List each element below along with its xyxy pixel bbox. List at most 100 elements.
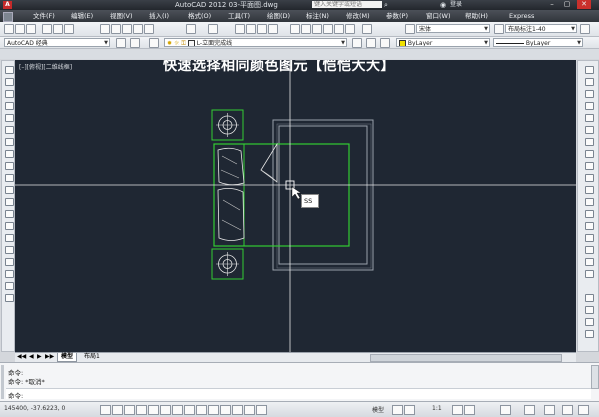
app-logo-icon[interactable]: A xyxy=(3,1,12,9)
break-at-point-icon[interactable] xyxy=(585,198,594,206)
mirror-icon[interactable] xyxy=(585,90,594,98)
layer-select[interactable]: ✹ ☼ ⚿ L-立面完成线 ▼ xyxy=(164,38,347,47)
blanket-fold[interactable] xyxy=(260,142,278,183)
workspace-switching-icon[interactable] xyxy=(500,405,511,415)
menu-app-icon[interactable] xyxy=(3,12,13,22)
pan-icon[interactable] xyxy=(235,24,245,34)
annotation-scale[interactable]: 1:1 xyxy=(432,405,442,412)
table-style-icon[interactable] xyxy=(580,24,590,34)
infer-constraints-icon[interactable] xyxy=(100,405,111,415)
explode-icon[interactable] xyxy=(585,270,594,278)
blend-curves-icon[interactable] xyxy=(585,258,594,266)
add-selected-icon[interactable] xyxy=(5,294,14,302)
clean-screen-icon[interactable] xyxy=(578,405,589,415)
menu-tools[interactable]: 工具(T) xyxy=(228,10,250,22)
trim-icon[interactable] xyxy=(585,174,594,182)
user-icon[interactable]: ◉ xyxy=(440,0,446,10)
text-style-select[interactable]: 宋体 ▼ xyxy=(416,24,490,33)
status-menu-icon[interactable] xyxy=(562,405,573,415)
snap-mode-icon[interactable] xyxy=(112,405,123,415)
nav-first-icon[interactable]: ◀◀ xyxy=(17,353,26,361)
menu-view[interactable]: 视图(V) xyxy=(110,10,133,22)
revcloud-icon[interactable] xyxy=(5,150,14,158)
menu-insert[interactable]: 插入(I) xyxy=(149,10,169,22)
menu-help[interactable]: 帮助(H) xyxy=(465,10,488,22)
make-block-icon[interactable] xyxy=(5,210,14,218)
save-icon[interactable] xyxy=(26,24,36,34)
command-window[interactable]: 命令: 命令: *取消* 命令: xyxy=(0,362,599,401)
join-icon[interactable] xyxy=(585,222,594,230)
pillow-fold[interactable] xyxy=(220,155,242,231)
chamfer-icon[interactable] xyxy=(585,234,594,242)
polar-tracking-icon[interactable] xyxy=(148,405,159,415)
color-select[interactable]: ByLayer ▼ xyxy=(396,38,490,47)
cut-icon[interactable] xyxy=(100,24,110,34)
offset-icon[interactable] xyxy=(585,102,594,110)
text-style-icon[interactable] xyxy=(405,24,415,34)
preview-icon[interactable] xyxy=(53,24,63,34)
search-input[interactable]: 键入关键字或短语 xyxy=(312,1,382,8)
move-icon[interactable] xyxy=(585,126,594,134)
polyline-icon[interactable] xyxy=(5,90,14,98)
quick-properties-icon[interactable] xyxy=(244,405,255,415)
region-icon[interactable] xyxy=(5,258,14,266)
ellipse-arc-icon[interactable] xyxy=(5,186,14,194)
menu-express[interactable]: Express xyxy=(509,10,534,22)
toolbar-lock-icon[interactable] xyxy=(524,405,535,415)
insert-block-icon[interactable] xyxy=(5,198,14,206)
object-snap-icon[interactable] xyxy=(160,405,171,415)
drawing-svg[interactable] xyxy=(15,60,576,352)
erase-icon[interactable] xyxy=(585,66,594,74)
layer-properties-icon[interactable] xyxy=(130,38,140,48)
redo-icon[interactable] xyxy=(208,24,218,34)
search-icon[interactable]: ⌕ xyxy=(384,0,388,10)
menu-window[interactable]: 窗口(W) xyxy=(426,10,451,22)
dim-style-select[interactable]: 布局标注1-40 ▼ xyxy=(505,24,577,33)
undo-icon[interactable] xyxy=(186,24,196,34)
workspace-settings-icon[interactable] xyxy=(116,38,126,48)
menu-format[interactable]: 格式(O) xyxy=(188,10,211,22)
stretch-icon[interactable] xyxy=(585,162,594,170)
help-icon[interactable] xyxy=(362,24,372,34)
print-icon[interactable] xyxy=(42,24,52,34)
fillet-icon[interactable] xyxy=(585,246,594,254)
minimize-button[interactable]: – xyxy=(545,0,559,9)
table-icon[interactable] xyxy=(5,270,14,278)
pillow-top[interactable] xyxy=(217,147,245,186)
properties-icon[interactable] xyxy=(290,24,300,34)
menu-modify[interactable]: 修改(M) xyxy=(346,10,370,22)
make-current-icon[interactable] xyxy=(352,38,362,48)
match-properties-icon[interactable] xyxy=(133,24,143,34)
coordinates-readout[interactable]: 145400, -37.6223, 0 xyxy=(4,405,65,412)
command-grip[interactable] xyxy=(1,365,4,399)
quickcalc-icon[interactable] xyxy=(345,24,355,34)
ellipse-icon[interactable] xyxy=(5,174,14,182)
menu-edit[interactable]: 编辑(E) xyxy=(71,10,93,22)
bed-outer-frame[interactable] xyxy=(272,119,374,271)
selection-cycling-icon[interactable] xyxy=(256,405,267,415)
design-center-icon[interactable] xyxy=(301,24,311,34)
login-button[interactable]: 登录 xyxy=(450,0,462,10)
grid-display-icon[interactable] xyxy=(124,405,135,415)
stretch-2-icon[interactable] xyxy=(585,330,594,338)
paste-icon[interactable] xyxy=(122,24,132,34)
workspace-select[interactable]: AutoCAD 经典 ▼ xyxy=(4,38,110,47)
copy-object-icon[interactable] xyxy=(585,78,594,86)
3d-object-snap-icon[interactable] xyxy=(172,405,183,415)
command-scrollbar[interactable] xyxy=(591,365,599,389)
quick-view-drawings-icon[interactable] xyxy=(404,405,415,415)
tab-model[interactable]: 模型 xyxy=(57,353,78,362)
nav-prev-icon[interactable]: ◀ xyxy=(29,353,34,361)
horizontal-scrollbar[interactable] xyxy=(370,354,562,362)
lineweight-icon[interactable] xyxy=(220,405,231,415)
hatch-icon[interactable] xyxy=(5,234,14,242)
menu-parametric[interactable]: 参数(P) xyxy=(386,10,408,22)
nav-next-icon[interactable]: ▶ xyxy=(37,353,42,361)
pillow-bottom[interactable] xyxy=(217,188,245,241)
drawing-canvas[interactable]: 快速选择相同颜色图元【恺恺大大】 [–][俯视][二维线框] SS xyxy=(15,60,576,352)
multiline-text-icon[interactable] xyxy=(5,282,14,290)
model-space-label[interactable]: 模型 xyxy=(372,405,384,414)
tab-layout1[interactable]: 布局1 xyxy=(81,353,103,361)
layer-match-icon[interactable] xyxy=(380,38,390,48)
markup-icon[interactable] xyxy=(334,24,344,34)
